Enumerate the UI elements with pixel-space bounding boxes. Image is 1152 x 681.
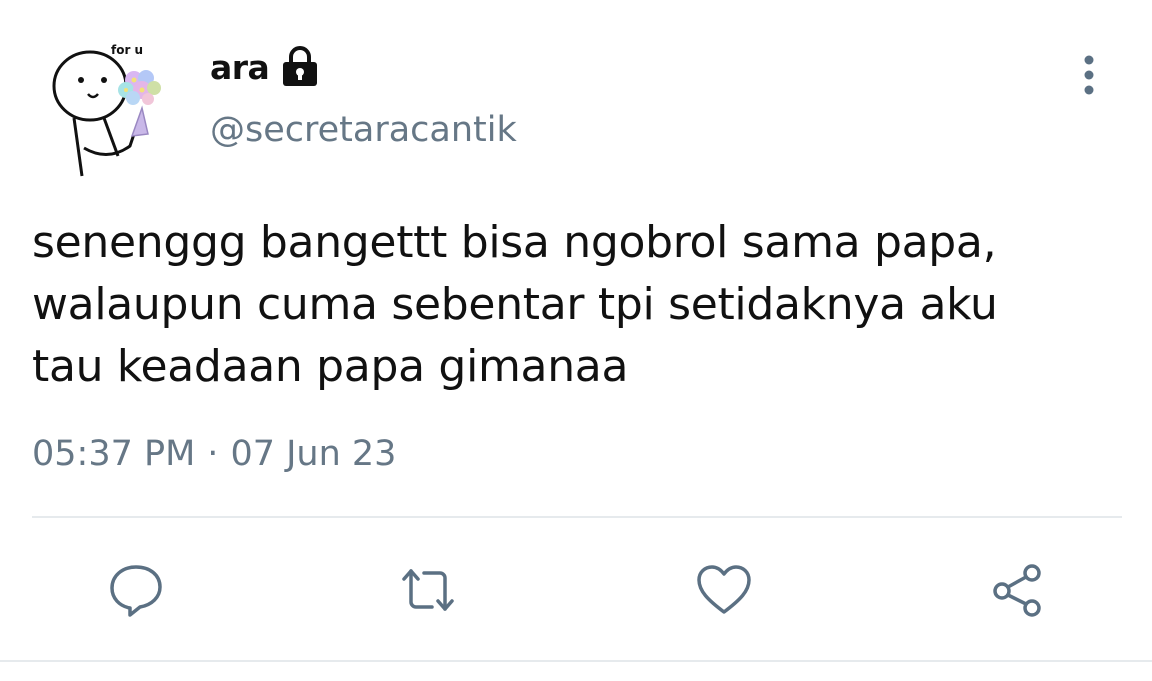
share-button[interactable]	[988, 560, 1048, 620]
tweet-date: 07 Jun 23	[230, 434, 397, 474]
more-options-button[interactable]	[1068, 50, 1110, 102]
tweet-timestamp[interactable]: 05:37 PM · 07 Jun 23	[32, 434, 396, 474]
display-name-text: ara	[210, 47, 270, 87]
tweet-text: senenggg bangettt bisa ngobrol sama papa…	[32, 217, 998, 392]
heart-icon	[697, 565, 751, 614]
lock-icon	[279, 45, 321, 89]
tweet-time: 05:37 PM	[32, 434, 196, 474]
like-button[interactable]	[694, 560, 754, 620]
vertical-dots-icon	[1084, 55, 1094, 95]
bottom-divider	[0, 660, 1152, 662]
retweet-icon	[402, 569, 454, 611]
divider	[32, 516, 1122, 518]
reply-button[interactable]	[106, 560, 166, 620]
display-name[interactable]: ara	[210, 44, 321, 90]
share-icon	[993, 564, 1041, 617]
comment-icon	[110, 565, 162, 617]
timestamp-separator: ·	[207, 434, 219, 474]
retweet-button[interactable]	[398, 560, 458, 620]
user-handle[interactable]: @secretaracantik	[210, 110, 517, 150]
avatar[interactable]: for u	[38, 36, 178, 184]
avatar-caption: for u	[111, 43, 143, 57]
avatar-doodle: for u	[52, 43, 161, 177]
